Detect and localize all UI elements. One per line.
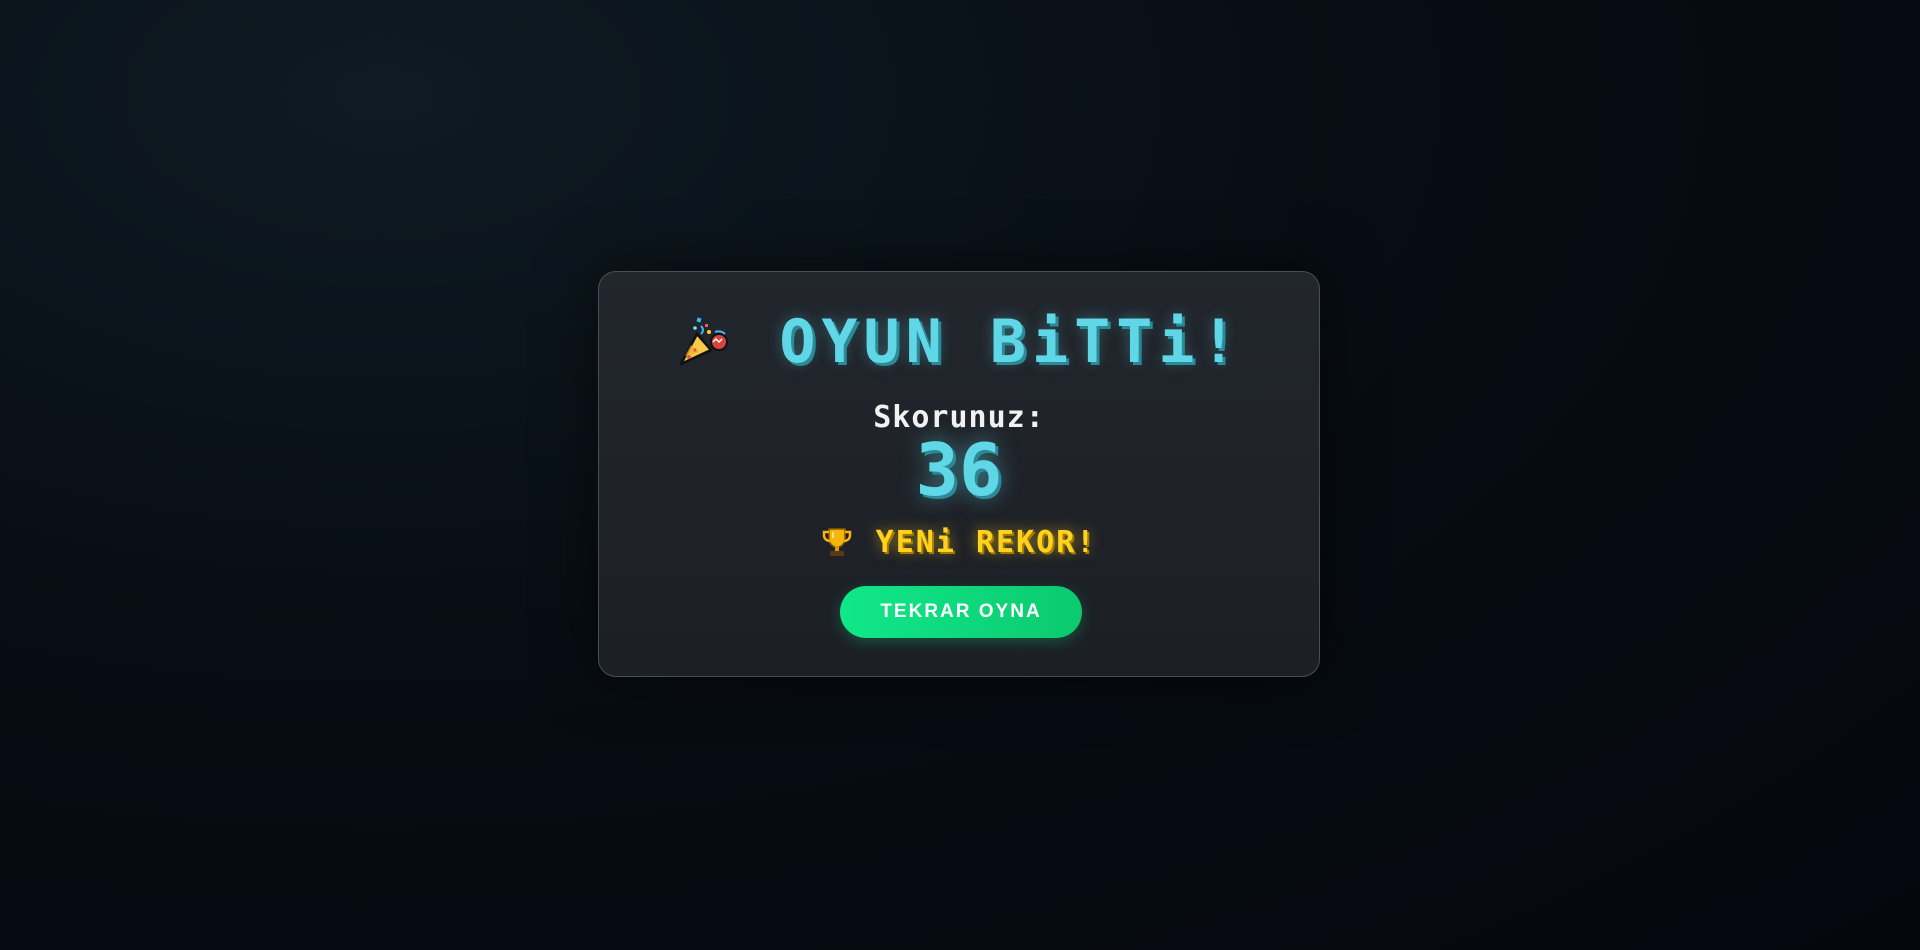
new-record-row: YENi REKOR!	[599, 520, 1319, 564]
new-record-text: YENi REKOR!	[875, 524, 1097, 560]
title-row: OYUN BiTTi!	[599, 302, 1319, 382]
party-popper-icon	[675, 312, 735, 372]
trophy-icon	[822, 526, 852, 558]
game-over-card: OYUN BiTTi! Skorunuz: 36 YENi REKOR! TEK…	[598, 271, 1320, 677]
game-over-title: OYUN BiTTi!	[779, 307, 1243, 377]
play-again-button[interactable]: TEKRAR OYNA	[840, 586, 1082, 638]
score-value: 36	[915, 428, 1003, 512]
